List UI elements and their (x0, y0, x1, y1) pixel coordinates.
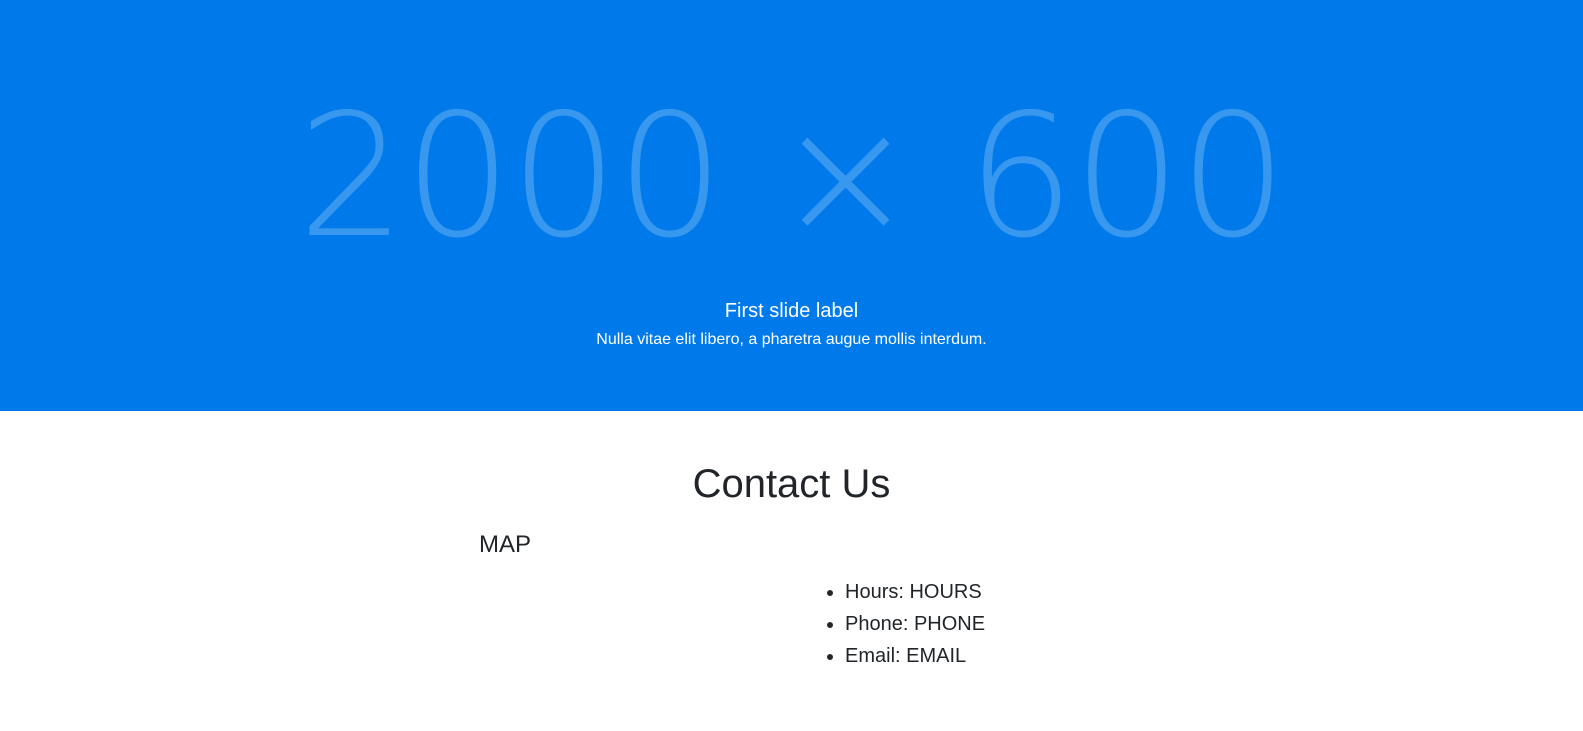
map-label: MAP (479, 531, 532, 558)
slide-placeholder-image-text: 2000 × 600 (297, 78, 1288, 276)
slide-caption-text: Nulla vitae elit libero, a pharetra augu… (596, 331, 987, 348)
contact-phone-item: Phone: PHONE (845, 608, 985, 640)
carousel-slide: 2000 × 600 First slide label Nulla vitae… (0, 0, 1583, 411)
contact-info-list: Hours: HOURS Phone: PHONE Email: EMAIL (820, 576, 985, 672)
contact-heading: Contact Us (692, 462, 891, 506)
slide-caption-title: First slide label (724, 300, 859, 322)
contact-hours-item: Hours: HOURS (845, 576, 985, 608)
carousel-caption: First slide label Nulla vitae elit liber… (0, 297, 1583, 351)
contact-email-item: Email: EMAIL (845, 640, 985, 672)
